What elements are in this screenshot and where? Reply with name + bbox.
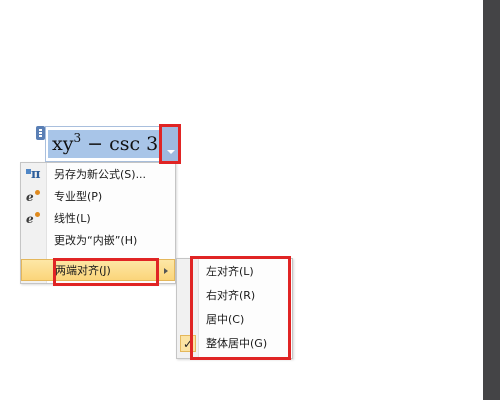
menu-item-professional[interactable]: e 专业型(P) xyxy=(21,186,175,208)
menu-item-linear[interactable]: e 线性(L) xyxy=(21,208,175,230)
annotation-box-options-button xyxy=(159,124,181,164)
annotation-box-justification xyxy=(53,258,159,286)
save-as-equation-icon: π xyxy=(26,167,42,183)
menu-item-label: 另存为新公式(S)... xyxy=(54,168,147,181)
menu-item-save-as-new-equation[interactable]: π 另存为新公式(S)... xyxy=(21,164,175,186)
professional-format-icon: e xyxy=(26,189,42,205)
window-edge-scrollbar xyxy=(483,0,500,400)
equation-rest: − csc 3 xyxy=(81,133,159,155)
submenu-arrow-icon xyxy=(164,268,168,274)
linear-format-icon: e xyxy=(26,211,42,227)
equation-drag-handle[interactable] xyxy=(36,126,45,140)
grip-dots-icon xyxy=(39,129,42,137)
menu-item-label: 专业型(P) xyxy=(54,190,103,203)
menu-item-label: 线性(L) xyxy=(54,212,91,225)
annotation-box-submenu xyxy=(190,256,291,360)
menu-item-change-to-inline[interactable]: 更改为“内嵌”(H) xyxy=(21,230,175,252)
equation-base: xy xyxy=(52,133,74,155)
equation-exponent: 3 xyxy=(73,131,82,145)
equation-content[interactable]: xy3 − csc 3 xyxy=(52,130,158,158)
menu-item-label: 更改为“内嵌”(H) xyxy=(54,234,138,247)
